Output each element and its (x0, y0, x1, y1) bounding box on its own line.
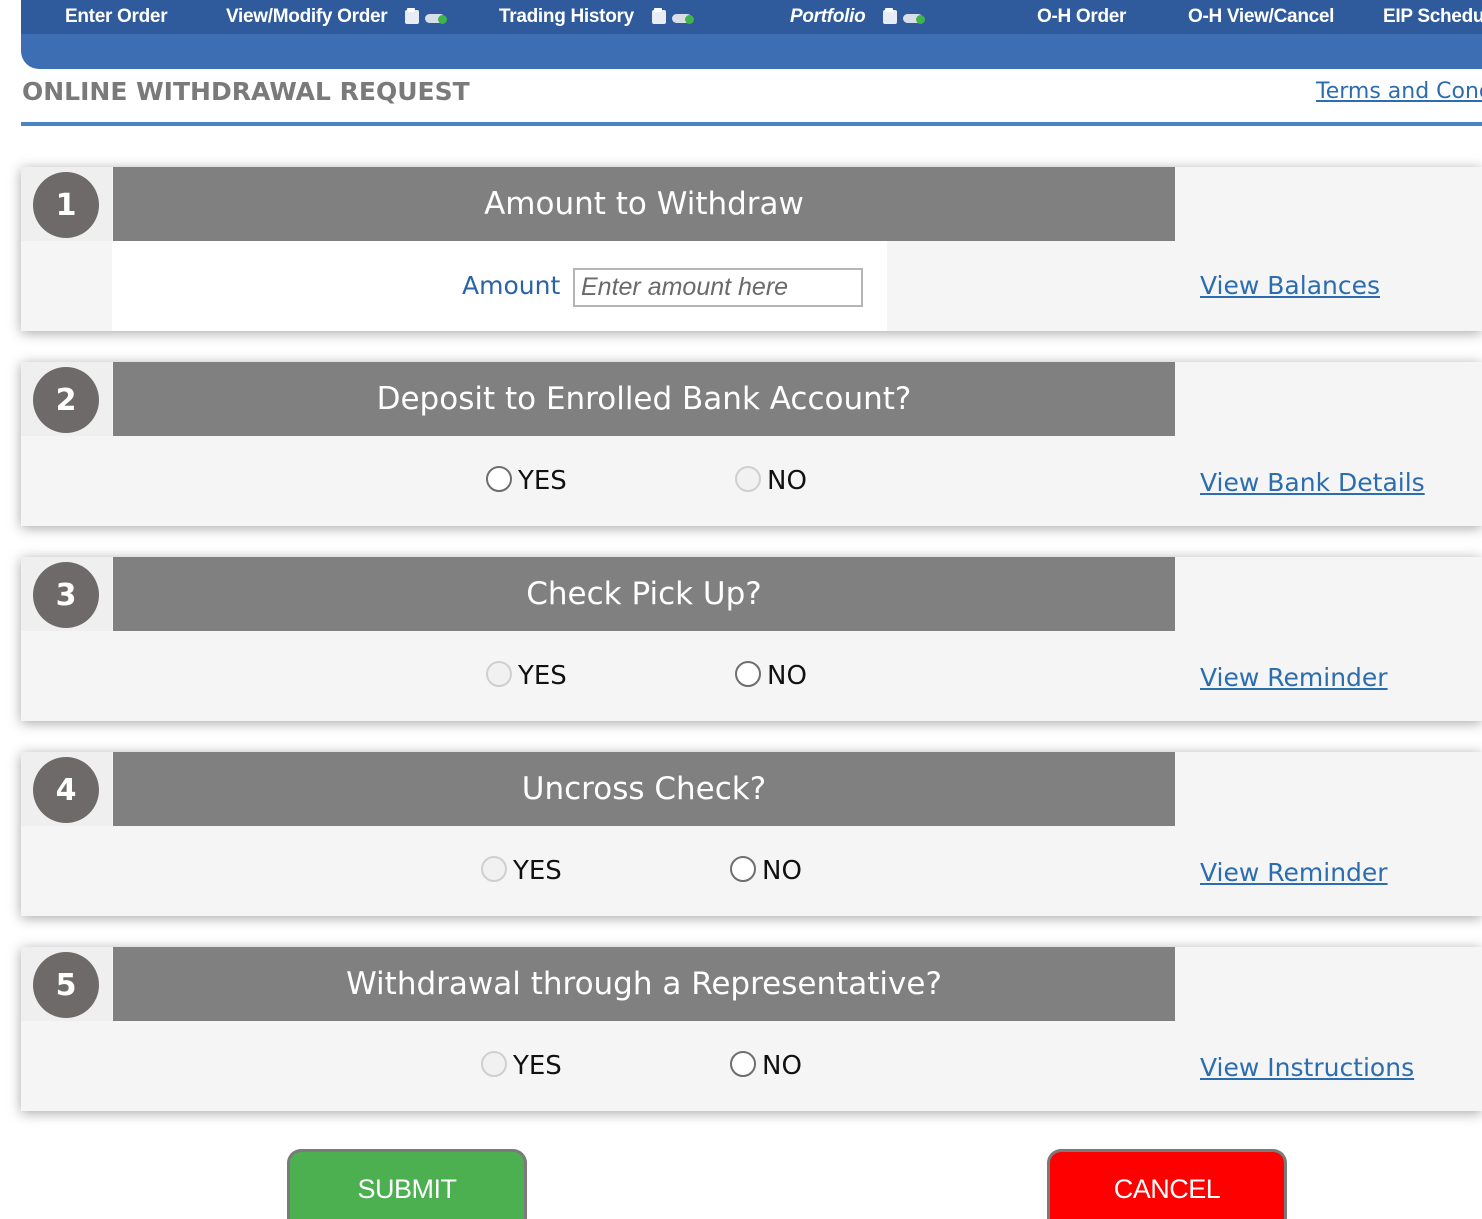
terms-and-conditions-link[interactable]: Terms and Conditions (1316, 79, 1482, 104)
document-icon[interactable] (651, 8, 666, 24)
step-panel-amount: 1 Amount to Withdraw Amount View Balance… (21, 167, 1482, 331)
nav-trading-history[interactable]: Trading History (499, 3, 694, 31)
submit-button[interactable]: SUBMIT (287, 1149, 527, 1219)
pickup-no-radio[interactable] (735, 661, 761, 687)
view-bank-details-link[interactable]: View Bank Details (1200, 468, 1425, 497)
uncross-yes-option[interactable]: YES (481, 856, 562, 886)
step-panel-representative: 5 Withdrawal through a Representative? Y… (21, 947, 1482, 1111)
pickup-yes-radio[interactable] (486, 661, 512, 687)
pickup-no-option[interactable]: NO (735, 661, 807, 691)
step-number-badge: 2 (33, 367, 99, 433)
step-header: Amount to Withdraw (113, 167, 1175, 241)
representative-yes-radio[interactable] (481, 1051, 507, 1077)
cloud-download-icon[interactable] (903, 10, 926, 24)
step-number-badge: 5 (33, 952, 99, 1018)
pickup-yes-option[interactable]: YES (486, 661, 567, 691)
step-header: Uncross Check? (113, 752, 1175, 826)
representative-yes-option[interactable]: YES (481, 1051, 562, 1081)
view-balances-link[interactable]: View Balances (1200, 271, 1380, 300)
representative-no-radio[interactable] (730, 1051, 756, 1077)
cloud-download-icon[interactable] (671, 10, 694, 24)
page-title: ONLINE WITHDRAWAL REQUEST (22, 77, 470, 106)
nav-oh-view-cancel[interactable]: O-H View/Cancel (1188, 3, 1334, 31)
view-reminder-link[interactable]: View Reminder (1200, 858, 1388, 887)
step-header: Withdrawal through a Representative? (113, 947, 1175, 1021)
amount-input[interactable] (573, 268, 863, 307)
uncross-yes-radio[interactable] (481, 856, 507, 882)
step-number-badge: 4 (33, 757, 99, 823)
uncross-no-radio[interactable] (730, 856, 756, 882)
amount-label: Amount (462, 271, 561, 300)
deposit-no-radio[interactable] (735, 466, 761, 492)
representative-no-option[interactable]: NO (730, 1051, 802, 1081)
document-icon[interactable] (405, 8, 420, 24)
step-number-badge: 1 (33, 172, 99, 238)
document-icon[interactable] (883, 8, 898, 24)
step-number-badge: 3 (33, 562, 99, 628)
step-panel-check-pickup: 3 Check Pick Up? YES NO View Reminder (21, 557, 1482, 721)
cancel-button[interactable]: CANCEL (1047, 1149, 1287, 1219)
uncross-no-option[interactable]: NO (730, 856, 802, 886)
nav-portfolio[interactable]: Portfolio (790, 3, 926, 31)
nav-enter-order[interactable]: Enter Order (65, 3, 168, 31)
view-reminder-link[interactable]: View Reminder (1200, 663, 1388, 692)
nav-view-modify-order[interactable]: View/Modify Order (226, 3, 448, 31)
nav-oh-order[interactable]: O-H Order (1037, 3, 1126, 31)
cloud-download-icon[interactable] (425, 10, 448, 24)
top-nav: Enter Order View/Modify Order Trading Hi… (21, 0, 1482, 69)
deposit-yes-option[interactable]: YES (486, 466, 567, 496)
view-instructions-link[interactable]: View Instructions (1200, 1053, 1414, 1082)
nav-eip-schedule[interactable]: EIP Schedule (1383, 3, 1482, 31)
deposit-no-option[interactable]: NO (735, 466, 807, 496)
title-divider (21, 122, 1482, 126)
deposit-yes-radio[interactable] (486, 466, 512, 492)
step-panel-uncross-check: 4 Uncross Check? YES NO View Reminder (21, 752, 1482, 916)
step-header: Check Pick Up? (113, 557, 1175, 631)
step-panel-deposit-bank: 2 Deposit to Enrolled Bank Account? YES … (21, 362, 1482, 526)
step-header: Deposit to Enrolled Bank Account? (113, 362, 1175, 436)
